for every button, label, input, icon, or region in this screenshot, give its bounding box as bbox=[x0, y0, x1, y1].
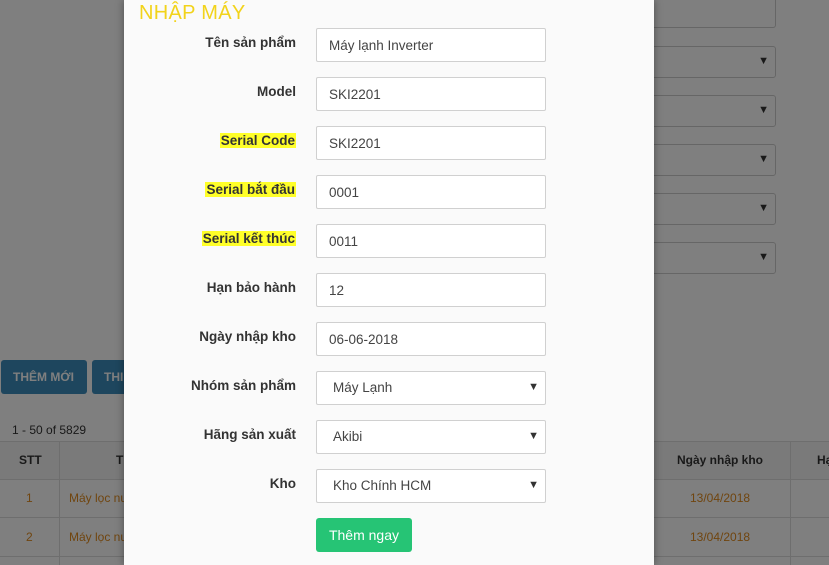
serial-end-input[interactable] bbox=[316, 224, 546, 258]
add-now-button[interactable]: Thêm ngay bbox=[316, 518, 412, 552]
modal-title: NHẬP MÁY bbox=[139, 2, 246, 24]
product-group-value: Máy Lạnh bbox=[333, 380, 393, 395]
row-product-name: Tên sản phẩm bbox=[124, 28, 654, 62]
row-model: Model bbox=[124, 77, 654, 111]
warranty-input[interactable] bbox=[316, 273, 546, 307]
serial-code-input[interactable] bbox=[316, 126, 546, 160]
warehouse-select[interactable]: Kho Chính HCM ▼ bbox=[316, 469, 546, 503]
manufacturer-value: Akibi bbox=[333, 429, 363, 444]
label-serial-code: Serial Code bbox=[219, 133, 296, 148]
serial-start-input[interactable] bbox=[316, 175, 546, 209]
manufacturer-select[interactable]: Akibi ▼ bbox=[316, 420, 546, 454]
label-import-date: Ngày nhập kho bbox=[199, 329, 296, 344]
row-warehouse: Kho Kho Chính HCM ▼ bbox=[124, 469, 654, 503]
label-manufacturer: Hãng sản xuất bbox=[203, 427, 296, 442]
row-serial-code: Serial Code bbox=[124, 126, 654, 160]
warehouse-value: Kho Chính HCM bbox=[333, 478, 432, 493]
label-warranty: Hạn bảo hành bbox=[206, 280, 296, 295]
product-name-input[interactable] bbox=[316, 28, 546, 62]
row-manufacturer: Hãng sản xuất Akibi ▼ bbox=[124, 420, 654, 454]
label-serial-end: Serial kết thúc bbox=[201, 231, 296, 246]
label-product-group: Nhóm sản phẩm bbox=[190, 378, 296, 393]
chevron-down-icon: ▼ bbox=[528, 430, 539, 442]
chevron-down-icon: ▼ bbox=[528, 381, 539, 393]
chevron-down-icon: ▼ bbox=[528, 479, 539, 491]
label-model: Model bbox=[257, 84, 296, 99]
row-serial-start: Serial bắt đầu bbox=[124, 175, 654, 209]
product-group-select[interactable]: Máy Lạnh ▼ bbox=[316, 371, 546, 405]
label-product-name: Tên sản phẩm bbox=[205, 35, 296, 50]
row-warranty: Hạn bảo hành bbox=[124, 273, 654, 307]
row-serial-end: Serial kết thúc bbox=[124, 224, 654, 258]
label-serial-start: Serial bắt đầu bbox=[205, 182, 296, 197]
import-machine-modal: NHẬP MÁY Tên sản phẩm Model Serial Code … bbox=[124, 0, 654, 565]
label-warehouse: Kho bbox=[269, 476, 296, 491]
model-input[interactable] bbox=[316, 77, 546, 111]
row-product-group: Nhóm sản phẩm Máy Lạnh ▼ bbox=[124, 371, 654, 405]
import-date-input[interactable] bbox=[316, 322, 546, 356]
row-import-date: Ngày nhập kho bbox=[124, 322, 654, 356]
